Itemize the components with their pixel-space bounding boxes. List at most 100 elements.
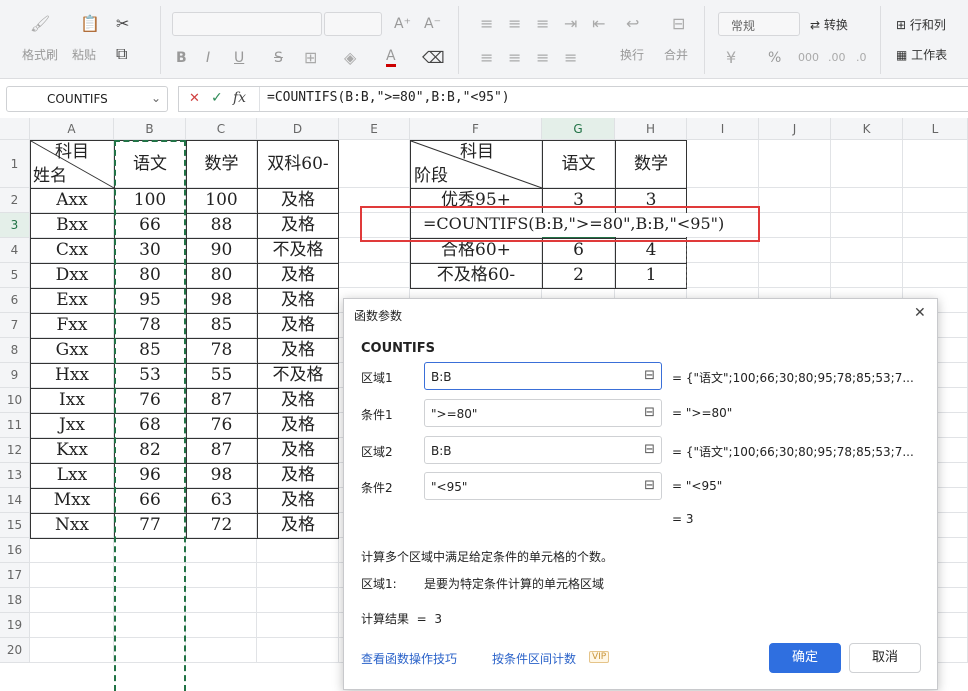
math-score[interactable]: 98: [186, 288, 257, 313]
header-subject-label[interactable]: 科目: [55, 140, 105, 164]
function-tips-link[interactable]: 查看函数操作技巧: [361, 650, 457, 667]
row-header[interactable]: 5: [0, 263, 30, 288]
bold-button[interactable]: B: [176, 50, 187, 66]
row-col-button[interactable]: ⊞ 行和列: [896, 16, 946, 33]
math-score[interactable]: 98: [186, 463, 257, 488]
cancel-button[interactable]: 取消: [849, 643, 921, 673]
pass-status[interactable]: 及格: [257, 463, 339, 488]
chevron-down-icon[interactable]: ⌄: [151, 91, 161, 105]
pass-status[interactable]: 及格: [257, 388, 339, 413]
math-score[interactable]: 78: [186, 338, 257, 363]
cell[interactable]: [30, 613, 114, 638]
cut-icon[interactable]: ✂: [116, 16, 129, 32]
column-header-h[interactable]: H: [615, 118, 687, 140]
cell[interactable]: [257, 538, 339, 563]
header-name-label[interactable]: 姓名: [33, 164, 83, 188]
cell[interactable]: [831, 213, 903, 238]
eraser-icon[interactable]: ⌫: [422, 50, 445, 66]
column-header-d[interactable]: D: [257, 118, 339, 140]
cell[interactable]: [831, 263, 903, 288]
convert-button[interactable]: ⇄ 转换: [810, 16, 848, 33]
pass-status[interactable]: 及格: [257, 413, 339, 438]
copy-icon[interactable]: ⧉: [116, 46, 127, 62]
column-header-j[interactable]: J: [759, 118, 831, 140]
math-score[interactable]: 87: [186, 438, 257, 463]
student-name[interactable]: Lxx: [30, 463, 114, 488]
row-header[interactable]: 10: [0, 388, 30, 413]
row-header[interactable]: 19: [0, 613, 30, 638]
cell[interactable]: [339, 140, 410, 188]
column-header-c[interactable]: C: [186, 118, 257, 140]
math-score[interactable]: 63: [186, 488, 257, 513]
merge-cells-button[interactable]: 合并: [664, 46, 688, 63]
summary-math-count[interactable]: 1: [615, 263, 687, 288]
collapse-dialog-icon[interactable]: ⊟: [644, 405, 655, 420]
pass-status[interactable]: 及格: [257, 213, 339, 238]
student-name[interactable]: Gxx: [30, 338, 114, 363]
row-header[interactable]: 8: [0, 338, 30, 363]
student-name[interactable]: Jxx: [30, 413, 114, 438]
student-name[interactable]: Cxx: [30, 238, 114, 263]
currency-icon[interactable]: ¥: [726, 50, 736, 66]
student-name[interactable]: Dxx: [30, 263, 114, 288]
pass-status[interactable]: 及格: [257, 338, 339, 363]
strikethrough-button[interactable]: S: [274, 50, 283, 66]
student-name[interactable]: Nxx: [30, 513, 114, 538]
cell[interactable]: [759, 238, 831, 263]
arg-input[interactable]: "<95" ⊟: [424, 472, 662, 500]
column-header-a[interactable]: A: [30, 118, 114, 140]
math-score[interactable]: 100: [186, 188, 257, 213]
student-name[interactable]: Fxx: [30, 313, 114, 338]
cell[interactable]: [903, 188, 968, 213]
student-name[interactable]: Mxx: [30, 488, 114, 513]
math-score[interactable]: 80: [186, 263, 257, 288]
align-center-icon[interactable]: ≡: [508, 50, 521, 66]
summary-header-chinese[interactable]: 语文: [542, 140, 615, 188]
student-name[interactable]: Kxx: [30, 438, 114, 463]
formula-input[interactable]: =COUNTIFS(B:B,">=80",B:B,"<95"): [267, 90, 510, 105]
column-header-l[interactable]: L: [903, 118, 968, 140]
row-header[interactable]: 16: [0, 538, 30, 563]
shrink-font-button[interactable]: A⁻: [424, 16, 441, 32]
outdent-icon[interactable]: ⇤: [592, 16, 605, 32]
header-subject-label-2[interactable]: 科目: [460, 140, 520, 164]
cell[interactable]: [186, 638, 257, 663]
row-header[interactable]: 7: [0, 313, 30, 338]
cell[interactable]: [186, 538, 257, 563]
arg-input[interactable]: B:B ⊟: [424, 362, 662, 390]
summary-chinese-count[interactable]: 2: [542, 263, 615, 288]
border-icon[interactable]: ⊞: [304, 50, 317, 66]
pass-status[interactable]: 及格: [257, 513, 339, 538]
cell[interactable]: [257, 638, 339, 663]
fill-color-icon[interactable]: ◈: [344, 50, 356, 66]
collapse-dialog-icon[interactable]: ⊟: [644, 442, 655, 457]
merge-cells-icon[interactable]: ⊟: [672, 16, 685, 32]
wrap-text-icon[interactable]: ↩: [626, 16, 639, 32]
cell[interactable]: [687, 263, 759, 288]
cell[interactable]: [903, 263, 968, 288]
cancel-edit-icon[interactable]: ✕: [189, 91, 200, 106]
italic-button[interactable]: I: [206, 50, 210, 66]
column-header-b[interactable]: B: [114, 118, 186, 140]
column-header-f[interactable]: F: [410, 118, 542, 140]
collapse-dialog-icon[interactable]: ⊟: [644, 368, 655, 383]
summary-header-math[interactable]: 数学: [615, 140, 687, 188]
header-both-60[interactable]: 双科60-: [257, 140, 339, 188]
cell[interactable]: [257, 613, 339, 638]
font-size-select[interactable]: [324, 12, 382, 36]
wrap-text-button[interactable]: 换行: [620, 46, 644, 63]
student-name[interactable]: Ixx: [30, 388, 114, 413]
cell[interactable]: [903, 213, 968, 238]
row-header[interactable]: 6: [0, 288, 30, 313]
font-family-select[interactable]: [172, 12, 322, 36]
math-score[interactable]: 88: [186, 213, 257, 238]
student-name[interactable]: Bxx: [30, 213, 114, 238]
pass-status[interactable]: 及格: [257, 313, 339, 338]
column-header-i[interactable]: I: [687, 118, 759, 140]
pass-status[interactable]: 不及格: [257, 363, 339, 388]
row-header[interactable]: 1: [0, 140, 30, 188]
pass-status[interactable]: 及格: [257, 288, 339, 313]
thousands-icon[interactable]: 000: [798, 50, 819, 66]
arg-input[interactable]: ">=80" ⊟: [424, 399, 662, 427]
column-header-e[interactable]: E: [339, 118, 410, 140]
